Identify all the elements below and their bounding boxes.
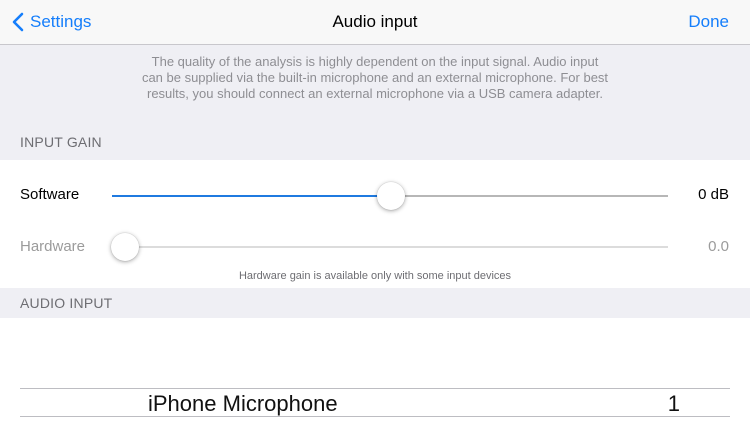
audio-input-picker-device[interactable]: iPhone Microphone	[148, 391, 338, 417]
audio-input-panel	[0, 318, 750, 422]
audio-input-picker-channel[interactable]: 1	[668, 391, 680, 417]
done-button[interactable]: Done	[688, 12, 729, 32]
hardware-gain-slider[interactable]	[111, 233, 668, 261]
audio-input-header: AUDIO INPUT	[20, 295, 113, 311]
software-gain-slider[interactable]	[112, 182, 668, 210]
hardware-gain-label: Hardware	[20, 238, 86, 255]
software-gain-fill	[112, 195, 390, 197]
info-text: The quality of the analysis is highly de…	[141, 54, 609, 101]
hardware-gain-note: Hardware gain is available only with som…	[238, 270, 512, 282]
input-gain-header: INPUT GAIN	[20, 134, 102, 150]
picker-selection-top-line	[20, 388, 730, 389]
input-gain-panel: Software 0 dB Hardware 0.0 Hardware gain…	[0, 160, 750, 288]
hardware-gain-thumb[interactable]	[111, 233, 139, 261]
software-gain-label: Software	[20, 186, 80, 203]
picker-selection-bottom-line	[20, 416, 730, 417]
page-title: Audio input	[332, 12, 418, 31]
hardware-gain-value: 0.0	[708, 238, 729, 255]
software-gain-thumb[interactable]	[377, 182, 405, 210]
navigation-bar: Settings Audio input Done	[0, 0, 750, 45]
software-gain-value: 0 dB	[698, 186, 729, 203]
